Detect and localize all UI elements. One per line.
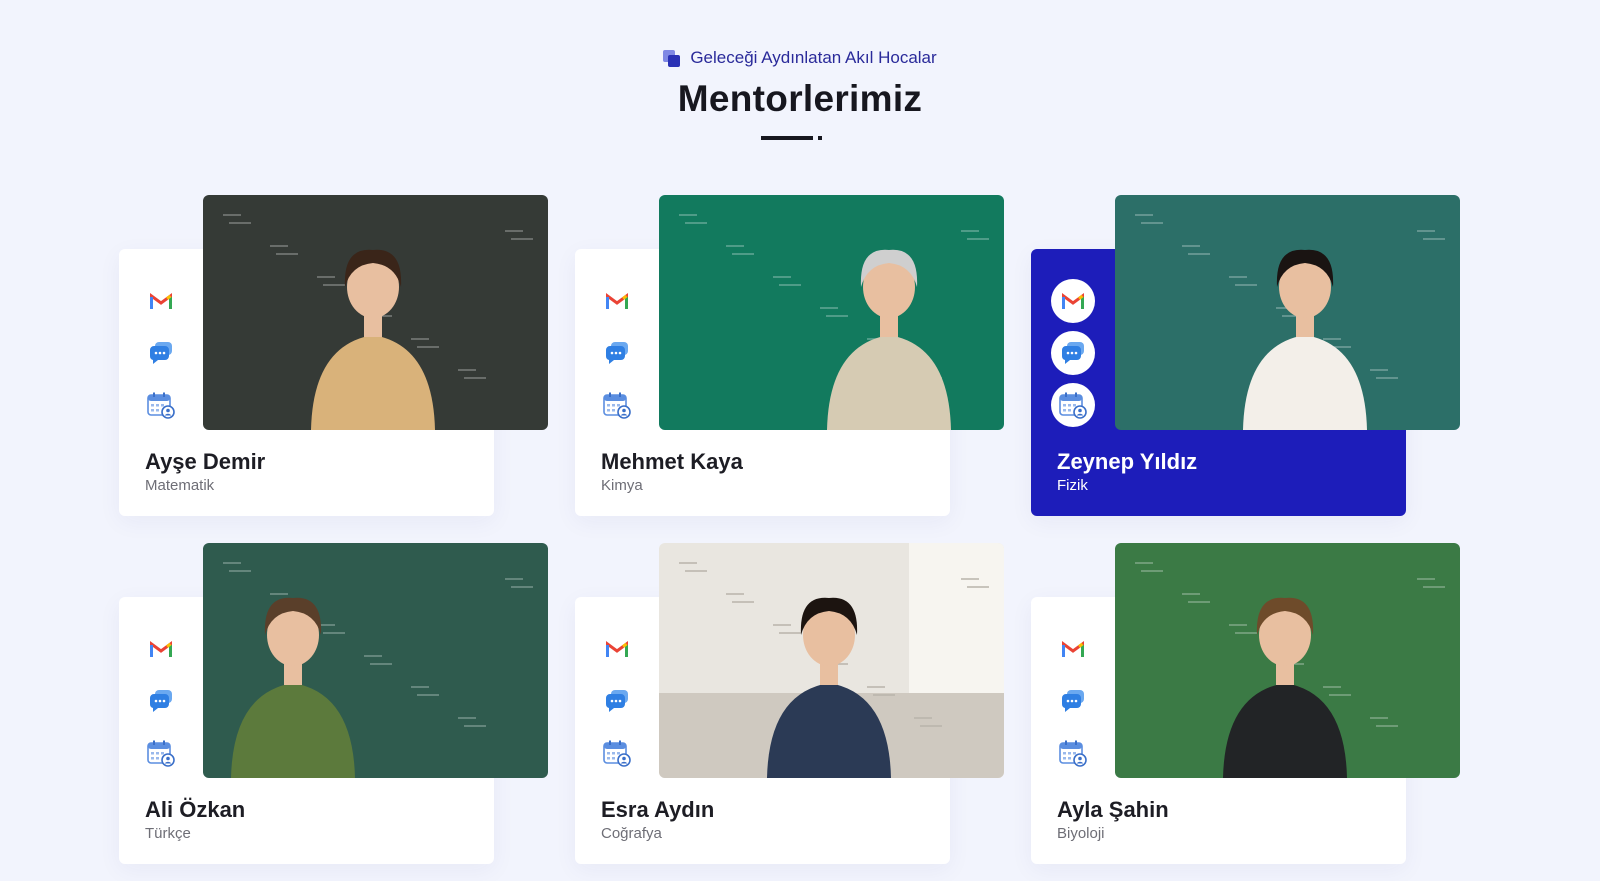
mentor-subject: Türkçe (145, 825, 191, 842)
gmail-icon (606, 640, 628, 658)
chat-button[interactable] (595, 331, 639, 375)
title-underline-dot (818, 136, 822, 140)
chat-button[interactable] (595, 679, 639, 723)
portrait-illustration (1115, 195, 1460, 430)
schedule-button[interactable] (595, 383, 639, 427)
chat-button[interactable] (1051, 331, 1095, 375)
layers-icon (663, 49, 681, 67)
mentor-photo (203, 543, 548, 778)
chat-icon (605, 690, 628, 712)
portrait-illustration (659, 195, 1004, 430)
chat-icon (149, 690, 172, 712)
contact-icons (595, 279, 639, 435)
schedule-button[interactable] (1051, 383, 1095, 427)
mentor-name[interactable]: Ayşe Demir (145, 449, 265, 475)
gmail-icon (150, 292, 172, 310)
schedule-button[interactable] (1051, 731, 1095, 775)
schedule-button[interactable] (139, 731, 183, 775)
mentor-card[interactable]: Esra Aydın Coğrafya (575, 543, 1004, 864)
calendar-icon (603, 740, 631, 767)
email-button[interactable] (139, 279, 183, 323)
schedule-button[interactable] (139, 383, 183, 427)
section-eyebrow: Geleceği Aydınlatan Akıl Hocalar (0, 48, 1600, 68)
gmail-icon (1062, 292, 1084, 310)
chat-button[interactable] (139, 679, 183, 723)
portrait-illustration (1115, 543, 1460, 778)
mentor-card[interactable]: Ayla Şahin Biyoloji (1031, 543, 1460, 864)
chat-icon (1061, 690, 1084, 712)
mentor-photo (1115, 543, 1460, 778)
mentor-card[interactable]: Ayşe Demir Matematik (119, 195, 548, 516)
mentor-photo (203, 195, 548, 430)
mentor-card[interactable]: Zeynep Yıldız Fizik (1031, 195, 1460, 516)
email-button[interactable] (1051, 627, 1095, 671)
calendar-icon (603, 392, 631, 419)
contact-icons (1051, 627, 1095, 783)
chat-icon (149, 342, 172, 364)
contact-icons (139, 279, 183, 435)
calendar-icon (147, 740, 175, 767)
calendar-icon (1059, 392, 1087, 419)
mentor-subject: Fizik (1057, 477, 1088, 494)
mentor-name[interactable]: Esra Aydın (601, 797, 714, 823)
email-button[interactable] (595, 627, 639, 671)
mentor-photo (1115, 195, 1460, 430)
mentor-card[interactable]: Mehmet Kaya Kimya (575, 195, 1004, 516)
mentor-subject: Biyoloji (1057, 825, 1105, 842)
chat-button[interactable] (1051, 679, 1095, 723)
calendar-icon (1059, 740, 1087, 767)
contact-icons (1051, 279, 1095, 435)
schedule-button[interactable] (595, 731, 639, 775)
mentor-photo (659, 543, 1004, 778)
mentor-photo (659, 195, 1004, 430)
portrait-illustration (203, 195, 548, 430)
mentor-subject: Kimya (601, 477, 643, 494)
mentor-name[interactable]: Zeynep Yıldız (1057, 449, 1197, 475)
mentor-subject: Coğrafya (601, 825, 662, 842)
email-button[interactable] (139, 627, 183, 671)
contact-icons (139, 627, 183, 783)
gmail-icon (150, 640, 172, 658)
contact-icons (595, 627, 639, 783)
page-title: Mentorlerimiz (677, 78, 923, 119)
mentor-subject: Matematik (145, 477, 215, 494)
eyebrow-text: Geleceği Aydınlatan Akıl Hocalar (690, 48, 937, 67)
portrait-illustration (659, 543, 1004, 778)
mentor-card[interactable]: Ali Özkan Türkçe (119, 543, 548, 864)
chat-button[interactable] (139, 331, 183, 375)
email-button[interactable] (595, 279, 639, 323)
title-underline (761, 136, 813, 140)
calendar-icon (147, 392, 175, 419)
gmail-icon (1062, 640, 1084, 658)
mentor-name[interactable]: Mehmet Kaya (601, 449, 743, 475)
email-button[interactable] (1051, 279, 1095, 323)
portrait-illustration (203, 543, 548, 778)
chat-icon (605, 342, 628, 364)
mentor-name[interactable]: Ayla Şahin (1057, 797, 1169, 823)
chat-icon (1061, 342, 1084, 364)
gmail-icon (606, 292, 628, 310)
mentor-name[interactable]: Ali Özkan (145, 797, 245, 823)
